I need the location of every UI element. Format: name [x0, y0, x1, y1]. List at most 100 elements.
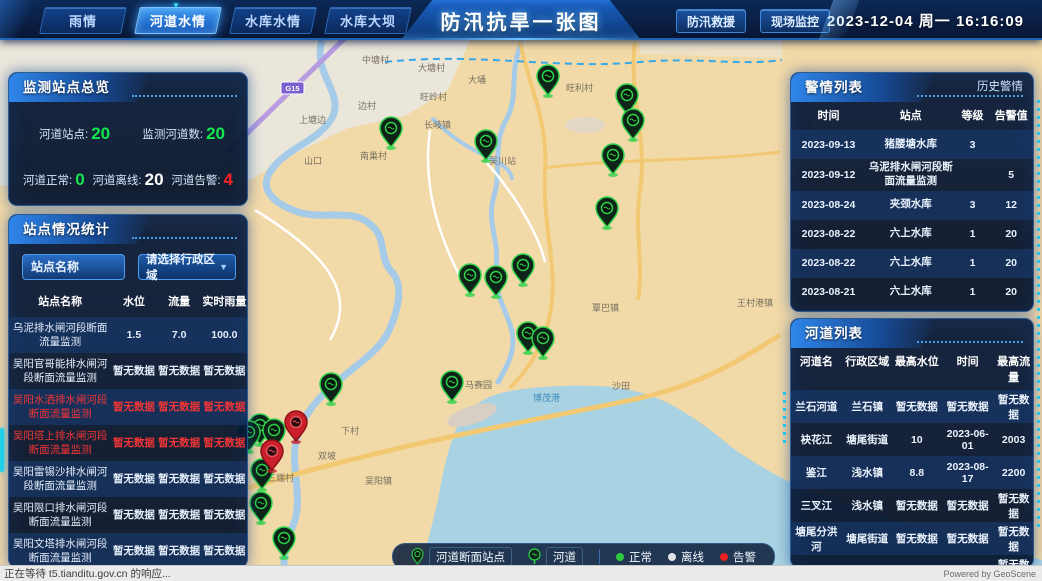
table-row[interactable]: 吴阳限口排水闸河段断面流量监测暂无数据暂无数据暂无数据: [9, 497, 247, 533]
table-row[interactable]: 吴阳雷锡沙排水闸河段断面流量监测暂无数据暂无数据暂无数据: [9, 461, 247, 497]
column-header: 水位: [111, 293, 156, 312]
table-row[interactable]: 塘尾分洪河塘尾街道暂无数据暂无数据暂无数据: [791, 522, 1033, 555]
table-row[interactable]: 吴阳文塔排水闸河段断面流量监测暂无数据暂无数据暂无数据: [9, 533, 247, 568]
river-cell: 暂无数据: [994, 392, 1033, 422]
alarm-station: 六上水库: [866, 254, 956, 272]
map-label: 下村: [341, 425, 359, 436]
chevron-down-icon: ▼: [219, 262, 228, 272]
alarm-value: 12: [989, 199, 1033, 211]
station-name-input[interactable]: [22, 254, 125, 280]
station-value: 暂无数据: [111, 507, 156, 522]
map-label: 边村: [358, 100, 376, 111]
alarm-value: 20: [989, 257, 1033, 269]
station-name: 吴阳官哥能排水闸河段断面流量监测: [9, 355, 111, 387]
river-table-body: 兰石河道兰石镇暂无数据暂无数据暂无数据袂花江塘尾街道102023-06-0120…: [791, 390, 1033, 568]
table-row[interactable]: 吴阳塔上排水闸河段断面流量监测暂无数据暂无数据暂无数据: [9, 425, 247, 461]
map-label: 中塘村: [362, 54, 389, 65]
legend-label: 告警: [733, 549, 756, 565]
map-label: 博茂港: [533, 392, 560, 403]
tab-rain[interactable]: 雨情: [39, 7, 127, 34]
river-section-pin-icon: [411, 548, 424, 565]
column-header: 时间: [941, 353, 994, 385]
table-row[interactable]: 2023-08-22六上水库120: [791, 249, 1033, 278]
station-value: 暂无数据: [111, 399, 156, 414]
map-urban-patch: [565, 117, 605, 133]
alarm-time: 2023-08-22: [791, 257, 866, 269]
station-value: 暂无数据: [157, 543, 202, 558]
table-row[interactable]: 吴阳官哥能排水闸河段断面流量监测暂无数据暂无数据暂无数据: [9, 353, 247, 389]
dashboard: G15 大塘村中塘村大埇旺利村旺岭村边村上塘边长岐镇山口南巢村吴川站覃巴镇王村港…: [0, 0, 1042, 581]
station-name: 乌泥排水闸河段断面流量监测: [9, 319, 111, 351]
station-value: 暂无数据: [202, 363, 247, 378]
river-cell: 暂无数据: [941, 531, 994, 546]
history-alarms-link[interactable]: 历史警情: [977, 73, 1023, 102]
river-cell: 2200: [994, 467, 1033, 479]
river-cell: 浅水镇: [842, 498, 893, 513]
map-label: 长岐镇: [424, 119, 451, 130]
river-cell: 8.8: [893, 467, 941, 479]
table-row[interactable]: 2023-09-13猪腰塘水库3: [791, 130, 1033, 159]
river-cell: 暂无数据: [893, 399, 941, 414]
map-label: 沙田: [612, 381, 630, 391]
stat-item: 河道正常:0: [23, 170, 85, 190]
station-value: 7.0: [157, 329, 202, 341]
river-pin-icon: [528, 548, 541, 565]
tab-river-water[interactable]: 河道水情: [134, 7, 222, 34]
site-monitoring-button[interactable]: 现场监控: [760, 9, 830, 33]
region-select-dropdown[interactable]: 请选择行政区域 ▼: [138, 254, 236, 280]
river-cell: 暂无数据: [941, 498, 994, 513]
station-value: 暂无数据: [157, 435, 202, 450]
table-row[interactable]: 乌泥排水闸河段断面流量监测1.57.0100.0: [9, 317, 247, 353]
river-table-header: 河道名 行政区域 最高水位 时间 最高流量: [791, 348, 1033, 390]
column-header: 行政区域: [842, 353, 893, 385]
station-value: 暂无数据: [157, 363, 202, 378]
table-row[interactable]: 兰石河道兰石镇暂无数据暂无数据暂无数据: [791, 390, 1033, 423]
panel-title: 站点情况统计: [9, 215, 247, 244]
station-value: 暂无数据: [202, 471, 247, 486]
alarm-list-panel: 警情列表 历史警情 时间 站点 等级 告警值 2023-09-13猪腰塘水库32…: [790, 72, 1034, 312]
alarm-table-header: 时间 站点 等级 告警值: [791, 102, 1033, 130]
legend-label: 河道断面站点: [429, 547, 512, 567]
river-cell: 暂无数据: [941, 399, 994, 414]
table-row[interactable]: 2023-08-21六上水库120: [791, 278, 1033, 307]
table-row[interactable]: 吴阳水洒排水闸河段断面流量监测暂无数据暂无数据暂无数据: [9, 389, 247, 425]
river-cell: 塘尾街道: [842, 531, 893, 546]
station-value: 暂无数据: [202, 543, 247, 558]
river-cell: 2023-06-01: [941, 428, 994, 452]
column-header: 最高流量: [994, 353, 1033, 385]
alarm-level: 3: [956, 199, 990, 211]
map-label: 马赛园: [465, 379, 492, 390]
station-name: 吴阳雷锡沙排水闸河段断面流量监测: [9, 463, 111, 495]
table-row[interactable]: 三叉江浅水镇暂无数据暂无数据暂无数据: [791, 489, 1033, 522]
table-row[interactable]: 2023-09-12乌泥排水闸河段断面流量监测5: [791, 159, 1033, 190]
river-cell: 暂无数据: [994, 524, 1033, 554]
legend-label: 河道: [546, 547, 583, 567]
station-value: 暂无数据: [111, 543, 156, 558]
panel-header: 监测站点总览: [9, 73, 247, 102]
table-row[interactable]: 鉴江浅水镇8.82023-08-172200: [791, 456, 1033, 489]
scrollbar[interactable]: [0, 428, 4, 472]
river-cell: 三叉江: [791, 498, 842, 513]
alarm-time: 2023-08-24: [791, 199, 866, 211]
column-header: 时间: [791, 107, 866, 125]
station-name: 吴阳塔上排水闸河段断面流量监测: [9, 427, 111, 459]
table-row[interactable]: 袂花江塘尾街道102023-06-012003: [791, 423, 1033, 456]
panel-header: 河道列表: [791, 319, 1033, 348]
alarm-station: 六上水库: [866, 225, 956, 243]
stat-value: 20: [145, 170, 164, 189]
table-row[interactable]: 2023-08-22六上水库120: [791, 220, 1033, 249]
station-table-header: 站点名称 水位 流量 实时雨量: [9, 288, 247, 317]
table-row[interactable]: 2023-08-24夹颈水库312: [791, 191, 1033, 220]
stat-value: 0: [75, 170, 84, 189]
tab-reservoir-water[interactable]: 水库水情: [229, 7, 317, 34]
map-label: 山口: [304, 156, 322, 166]
button-label: 现场监控: [771, 13, 819, 30]
flood-rescue-button[interactable]: 防汛救援: [676, 9, 746, 33]
river-list-panel: 河道列表 河道名 行政区域 最高水位 时间 最高流量 兰石河道兰石镇暂无数据暂无…: [790, 318, 1034, 568]
tab-reservoir-dam[interactable]: 水库大坝: [324, 7, 412, 34]
station-value: 暂无数据: [202, 435, 247, 450]
alarm-level: 1: [956, 228, 990, 240]
column-header: 实时雨量: [202, 293, 247, 312]
stats-row: 河道站点:20监测河道数:20: [9, 124, 247, 144]
legend-divider: [599, 549, 600, 564]
